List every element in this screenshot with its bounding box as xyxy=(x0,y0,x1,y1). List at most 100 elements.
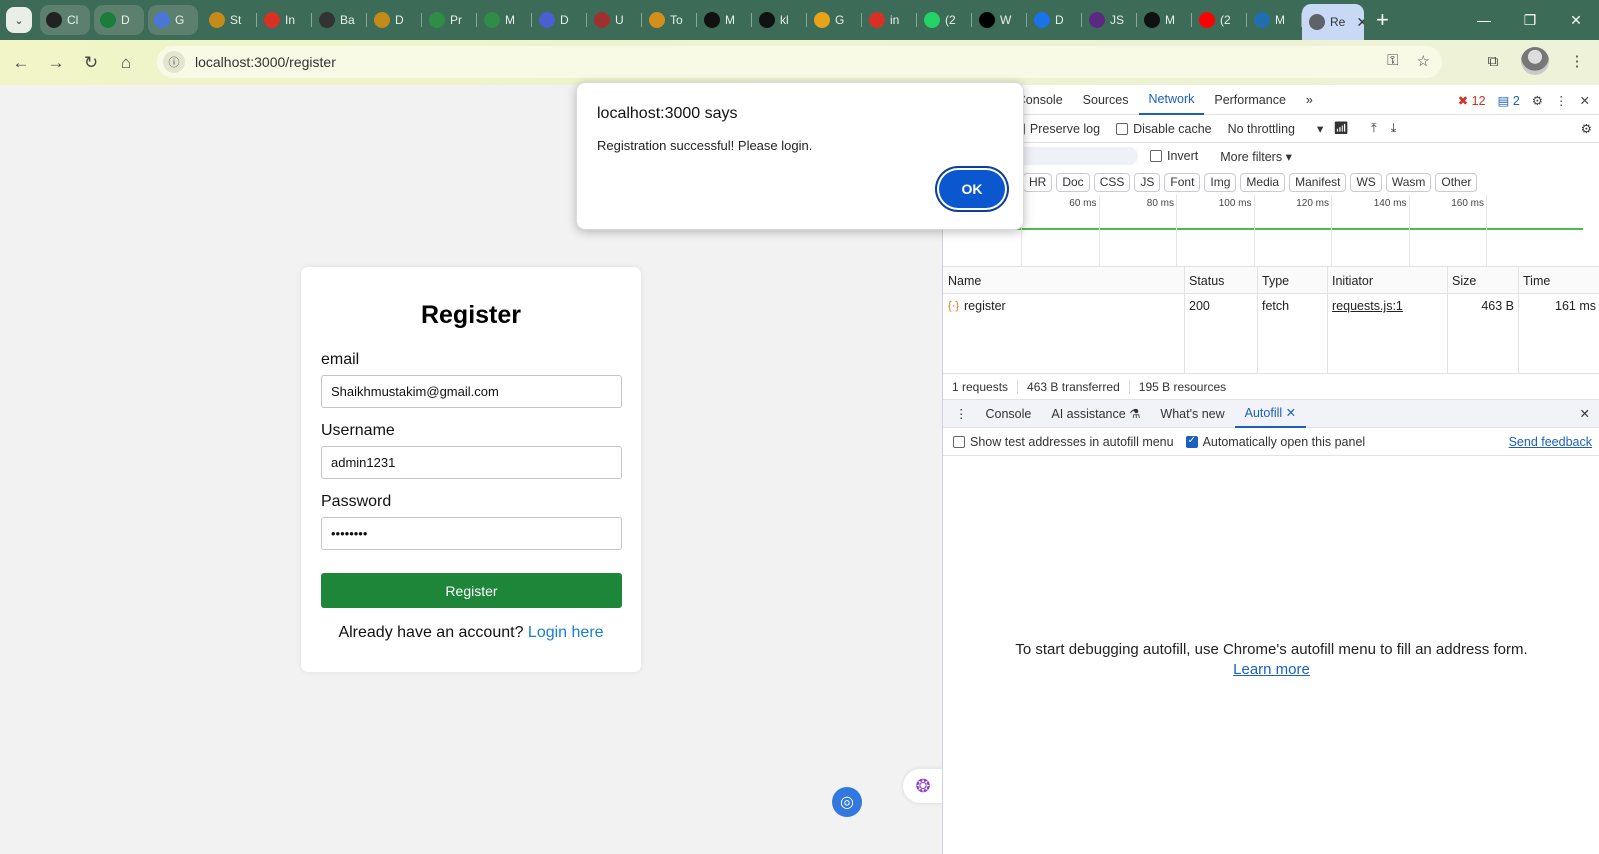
browser-tab[interactable]: G xyxy=(807,5,862,35)
devtools-menu-icon[interactable]: ⋮ xyxy=(1555,93,1568,108)
network-conditions-icon[interactable]: 📶︎ xyxy=(1333,121,1349,136)
disable-cache-checkbox[interactable]: Disable cache xyxy=(1116,122,1212,136)
settings-gear-icon[interactable]: ⚙ xyxy=(1532,93,1543,108)
type-filter-pill[interactable]: Manifest xyxy=(1289,172,1347,192)
browser-tab[interactable]: JS xyxy=(1082,5,1137,35)
more-filters-dropdown[interactable]: More filters ▾ xyxy=(1220,149,1292,164)
disable-cache-box[interactable] xyxy=(1116,122,1129,135)
column-header[interactable]: Initiator xyxy=(1327,269,1373,293)
username-field[interactable]: admin1231 xyxy=(321,446,622,479)
minimize-button[interactable]: — xyxy=(1461,0,1507,40)
invert-box[interactable] xyxy=(1150,150,1162,162)
network-settings-gear-icon[interactable]: ⚙ xyxy=(1581,121,1592,136)
close-devtools-icon[interactable]: ✕ xyxy=(1580,93,1590,108)
register-button[interactable]: Register xyxy=(321,573,622,608)
close-window-button[interactable]: ✕ xyxy=(1553,0,1599,40)
browser-tab[interactable]: Re ✕ xyxy=(1302,4,1364,40)
show-test-addresses-box[interactable] xyxy=(953,435,965,448)
site-info-icon[interactable]: ⓘ xyxy=(163,51,185,73)
menu-kebab-icon[interactable]: ⋮ xyxy=(1563,47,1591,75)
column-header[interactable]: Status xyxy=(1184,269,1224,293)
browser-tab[interactable]: D xyxy=(1027,5,1082,35)
type-filter-pill[interactable]: WS xyxy=(1350,172,1382,192)
browser-tab[interactable]: Ba xyxy=(312,5,367,35)
browser-tab[interactable]: To xyxy=(642,5,697,35)
browser-tab[interactable]: D xyxy=(94,5,144,35)
home-button[interactable]: ⌂ xyxy=(112,49,140,77)
export-har-icon[interactable]: ⤓ xyxy=(1391,121,1397,136)
drawer-tab-console[interactable]: Console xyxy=(976,400,1042,428)
forward-button[interactable]: → xyxy=(42,49,70,77)
send-feedback-link[interactable]: Send feedback xyxy=(1509,435,1592,449)
type-filter-pill[interactable]: Img xyxy=(1204,172,1237,192)
tab-sources[interactable]: Sources xyxy=(1073,85,1139,115)
column-header[interactable]: Name xyxy=(943,269,981,293)
browser-tab[interactable]: D xyxy=(532,5,587,35)
type-filter-pill[interactable]: JS xyxy=(1134,172,1161,192)
type-filter-pill[interactable]: Wasm xyxy=(1385,172,1432,192)
column-header[interactable]: Time xyxy=(1518,269,1550,293)
type-filter-pill[interactable]: Doc xyxy=(1056,172,1090,192)
browser-tab[interactable]: W xyxy=(972,5,1027,35)
address-bar[interactable]: ⓘ localhost:3000/register ⚿ ☆ xyxy=(157,46,1442,78)
drawer-tab-whats-new[interactable]: What's new xyxy=(1150,400,1234,428)
browser-tab[interactable]: (2 xyxy=(1192,5,1247,35)
browser-tab[interactable]: Pr xyxy=(422,5,477,35)
preserve-log-checkbox[interactable]: Preserve log xyxy=(1012,122,1100,136)
reload-button[interactable]: ↻ xyxy=(77,49,105,77)
learn-more-link[interactable]: Learn more xyxy=(1233,661,1310,678)
browser-tab[interactable]: in xyxy=(862,5,917,35)
type-filter-pill[interactable]: CSS xyxy=(1093,172,1131,192)
message-count-badge[interactable]: ▤ 2 xyxy=(1498,93,1520,108)
new-tab-button[interactable]: + xyxy=(1376,7,1389,33)
browser-tab[interactable]: kl xyxy=(752,5,807,35)
profile-avatar[interactable] xyxy=(1521,47,1549,75)
type-filter-pill[interactable]: HR xyxy=(1023,172,1053,192)
extensions-puzzle-icon[interactable]: ⧉ xyxy=(1479,47,1507,75)
restore-button[interactable]: ❐ xyxy=(1507,0,1553,40)
more-tabs-icon[interactable]: » xyxy=(1296,85,1323,115)
drawer-tab-ai-assistance[interactable]: AI assistance ⚗ xyxy=(1041,400,1150,428)
auto-open-checkbox[interactable]: Automatically open this panel xyxy=(1185,435,1365,449)
browser-tab[interactable]: St xyxy=(202,5,257,35)
throttling-select[interactable]: No throttling xyxy=(1228,122,1295,136)
browser-tab[interactable]: Cl xyxy=(40,5,90,35)
close-autofill-tab-icon[interactable]: ✕ xyxy=(1286,405,1296,420)
brain-extension-icon[interactable]: ❂ xyxy=(903,769,943,803)
back-button[interactable]: ← xyxy=(7,49,35,77)
password-field[interactable]: •••••••• xyxy=(321,517,622,550)
invert-checkbox[interactable]: Invert xyxy=(1150,149,1198,163)
column-header[interactable]: Type xyxy=(1257,269,1289,293)
browser-tab[interactable]: M xyxy=(477,5,532,35)
browser-tab[interactable]: G xyxy=(148,5,198,35)
drawer-menu-icon[interactable]: ⋮ xyxy=(943,406,976,421)
cell-initiator[interactable]: requests.js:1 xyxy=(1327,294,1403,318)
browser-tab[interactable]: (2 xyxy=(917,5,972,35)
email-field[interactable]: Shaikhmustakim@gmail.com xyxy=(321,375,622,408)
column-header[interactable]: Size xyxy=(1447,269,1476,293)
drawer-tab-autofill[interactable]: Autofill ✕ xyxy=(1234,400,1307,428)
table-row[interactable]: {·} register 200 fetch requests.js:1 463 B 161… xyxy=(943,294,1599,318)
tab-search-chevron-icon[interactable]: ⌄ xyxy=(6,7,32,33)
browser-tab[interactable]: In xyxy=(257,5,312,35)
assistant-swirl-icon[interactable]: ◎ xyxy=(832,787,862,817)
browser-tab[interactable]: D xyxy=(367,5,422,35)
type-filter-pill[interactable]: Other xyxy=(1435,172,1478,192)
dialog-ok-button[interactable]: OK xyxy=(939,170,1005,208)
browser-tab[interactable]: M xyxy=(1137,5,1192,35)
bookmark-star-icon[interactable]: ☆ xyxy=(1417,52,1430,70)
show-test-addresses-checkbox[interactable]: Show test addresses in autofill menu xyxy=(953,435,1174,449)
password-key-icon[interactable]: ⚿ xyxy=(1387,52,1398,70)
error-count-badge[interactable]: ✖ 12 xyxy=(1458,93,1486,108)
browser-tab[interactable]: U xyxy=(587,5,642,35)
tab-performance[interactable]: Performance xyxy=(1204,85,1296,115)
tab-network[interactable]: Network xyxy=(1138,85,1205,115)
address-url[interactable]: localhost:3000/register xyxy=(195,54,336,70)
throttling-chevron-icon[interactable]: ▾ xyxy=(1317,121,1323,136)
browser-tab[interactable]: M xyxy=(1247,5,1302,35)
close-tab-icon[interactable]: ✕ xyxy=(1356,14,1364,31)
auto-open-box[interactable] xyxy=(1185,435,1198,448)
type-filter-pill[interactable]: Media xyxy=(1240,172,1286,192)
type-filter-pill[interactable]: Font xyxy=(1164,172,1201,192)
import-har-icon[interactable]: ⤒ xyxy=(1371,121,1377,136)
